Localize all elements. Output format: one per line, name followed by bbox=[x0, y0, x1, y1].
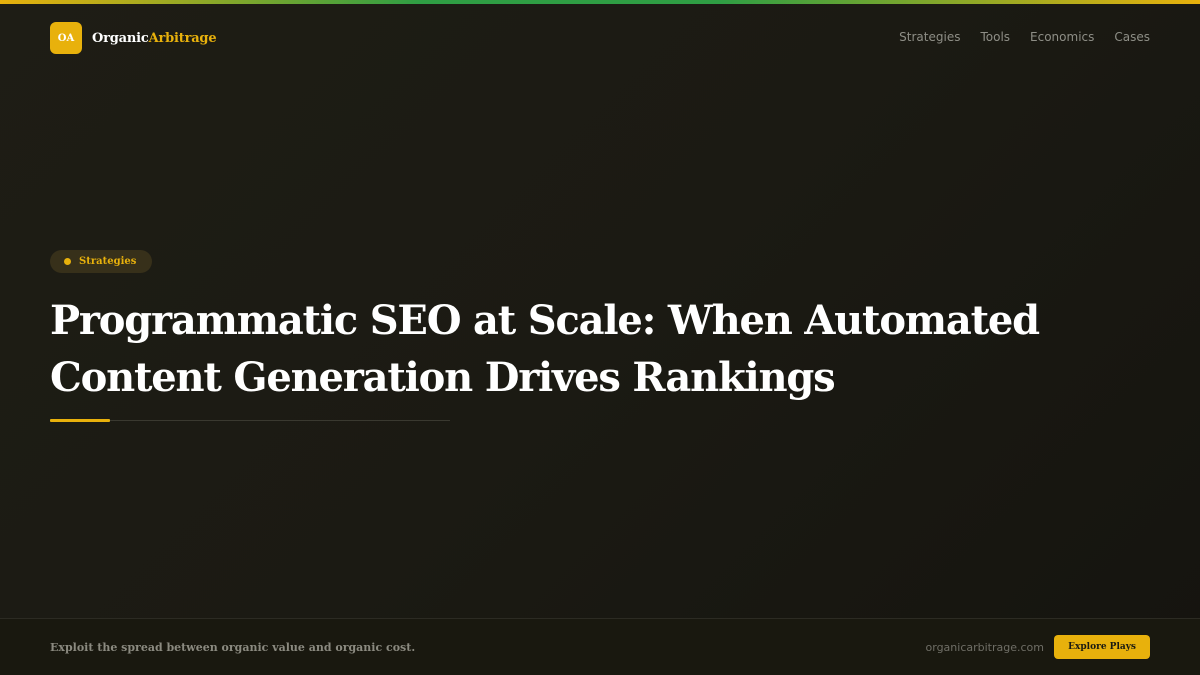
footer-bar: Exploit the spread between organic value… bbox=[0, 618, 1200, 675]
nav-item-economics[interactable]: Economics bbox=[1030, 30, 1094, 44]
title-divider-accent bbox=[50, 419, 110, 422]
brand-logo[interactable]: OA OrganicArbitrage bbox=[50, 22, 217, 54]
footer-domain: organicarbitrage.com bbox=[925, 641, 1044, 654]
explore-plays-button[interactable]: Explore Plays bbox=[1054, 635, 1150, 659]
brand-name-part2: Arbitrage bbox=[148, 30, 217, 46]
nav-item-tools[interactable]: Tools bbox=[980, 30, 1010, 44]
footer-tagline: Exploit the spread between organic value… bbox=[50, 641, 416, 654]
main-nav: Strategies Tools Economics Cases bbox=[899, 30, 1150, 44]
page-title: Programmatic SEO at Scale: When Automate… bbox=[50, 297, 1040, 401]
title-divider bbox=[50, 420, 450, 421]
nav-item-cases[interactable]: Cases bbox=[1114, 30, 1150, 44]
brand-name: OrganicArbitrage bbox=[92, 30, 217, 46]
brand-badge: OA bbox=[50, 22, 82, 54]
top-accent-bar bbox=[0, 0, 1200, 4]
brand-name-part1: Organic bbox=[92, 30, 149, 46]
category-dot-icon bbox=[64, 258, 71, 265]
category-label: Strategies bbox=[79, 256, 137, 267]
nav-item-strategies[interactable]: Strategies bbox=[899, 30, 960, 44]
category-badge[interactable]: Strategies bbox=[50, 250, 153, 273]
